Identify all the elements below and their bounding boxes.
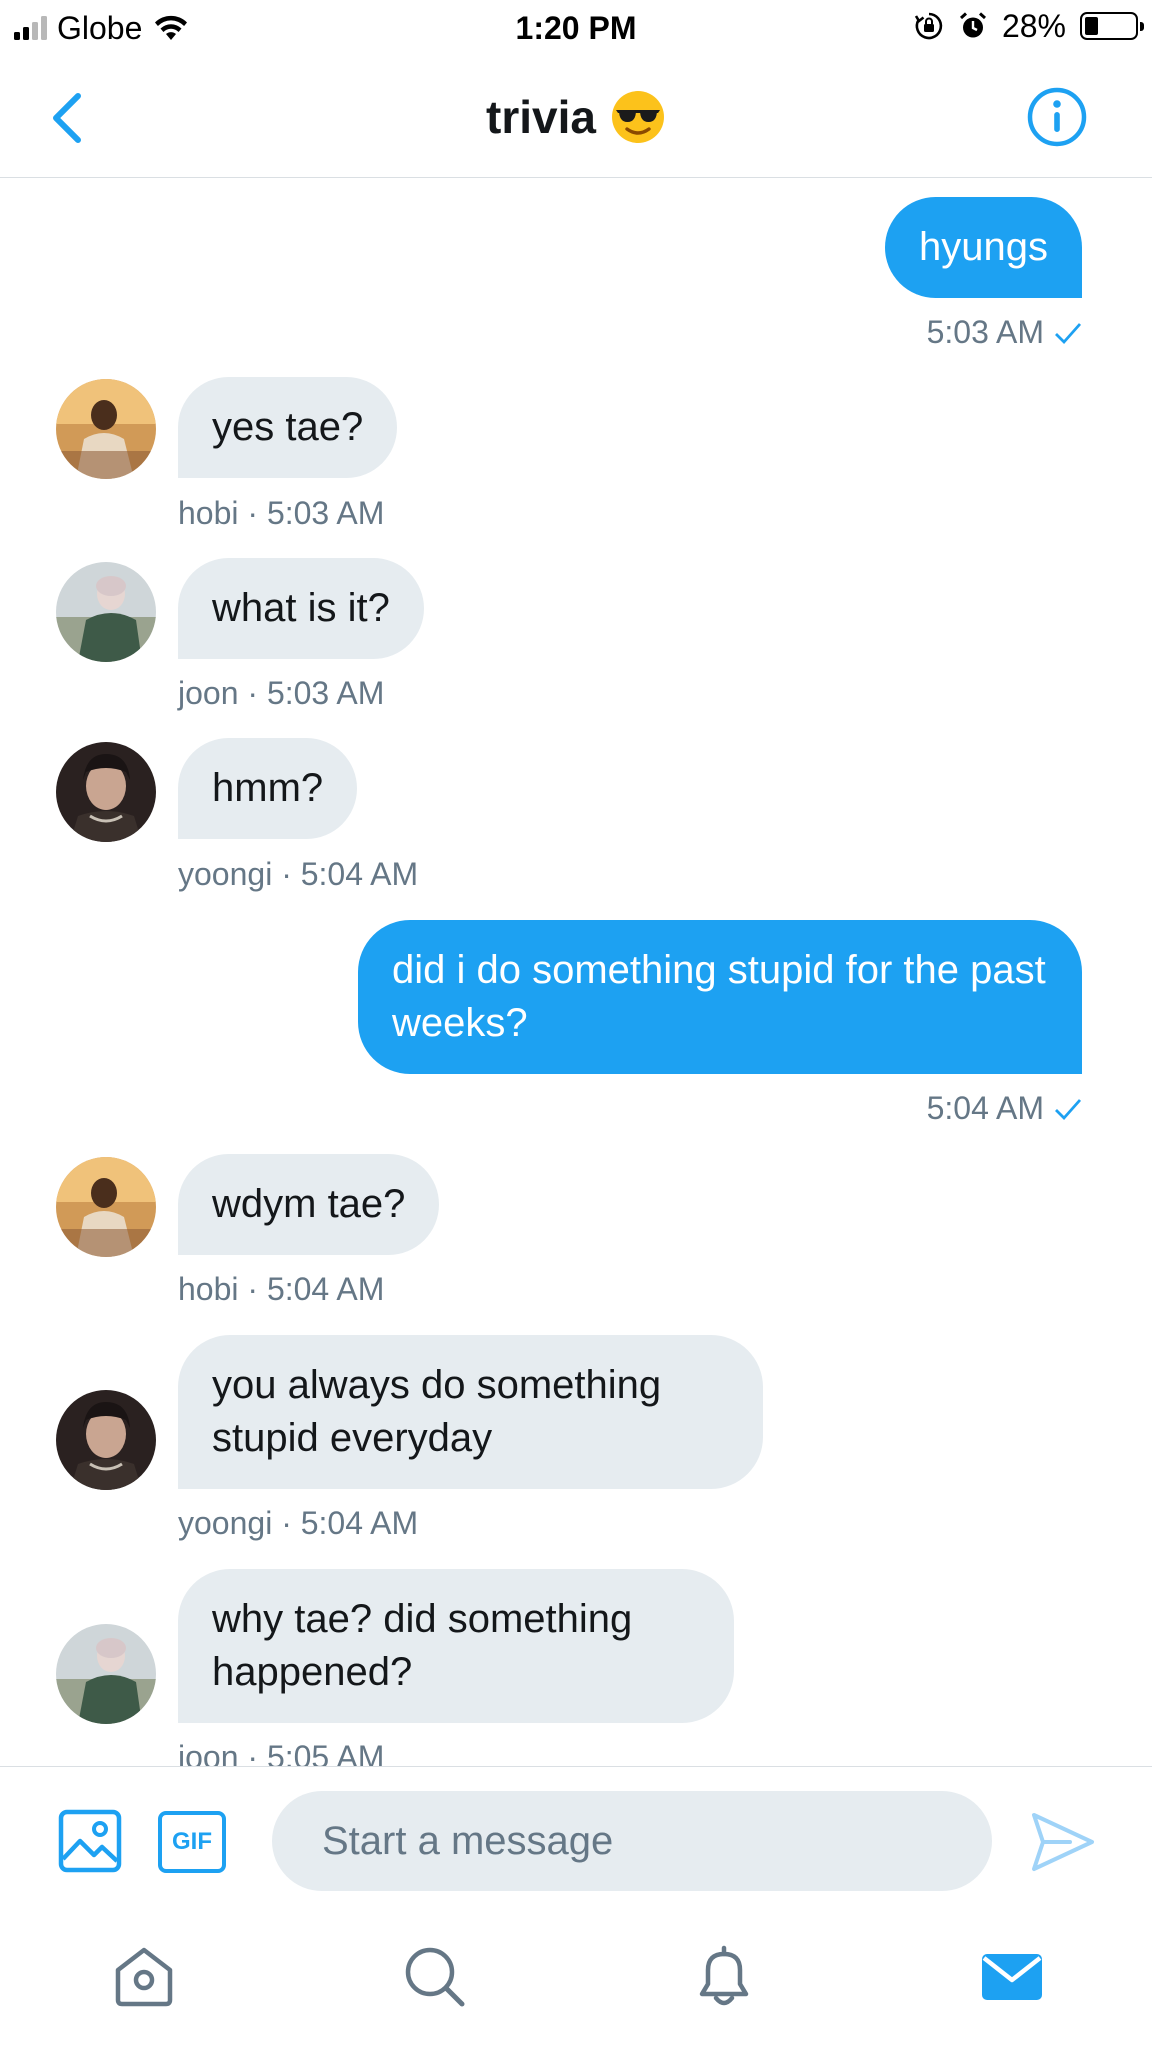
- message-bubble-incoming[interactable]: what is it?: [178, 558, 424, 659]
- message-input[interactable]: [272, 1791, 992, 1891]
- battery-icon: [1080, 12, 1144, 40]
- message-meta: hobi · 5:03 AM: [178, 495, 385, 531]
- orientation-lock-icon: [914, 12, 943, 40]
- alarm-icon: [959, 12, 986, 38]
- message-bubble-incoming[interactable]: why tae? did something happened?: [178, 1569, 734, 1723]
- info-icon[interactable]: [1026, 86, 1088, 148]
- status-bar: Globe 1:20 PM 28%: [0, 0, 1152, 60]
- avatar-hobi[interactable]: [56, 1157, 156, 1257]
- avatar-joon[interactable]: [56, 1624, 156, 1724]
- conversation-header: trivia: [0, 60, 1152, 178]
- message-bubble-incoming[interactable]: you always do something stupid everyday: [178, 1335, 763, 1489]
- back-chevron-icon[interactable]: [44, 90, 94, 146]
- message-bubble-outgoing[interactable]: did i do something stupid for the past w…: [358, 920, 1082, 1074]
- message-bubble-incoming[interactable]: hmm?: [178, 738, 358, 839]
- tab-search[interactable]: [398, 1940, 470, 2012]
- check-icon: [1055, 323, 1082, 345]
- battery-level: [1085, 17, 1098, 35]
- status-right: 28%: [914, 8, 1144, 44]
- gif-button[interactable]: GIF: [158, 1811, 226, 1873]
- message-text: what is it?: [212, 586, 390, 630]
- check-icon: [1055, 1099, 1082, 1121]
- avatar-joon[interactable]: [56, 562, 156, 662]
- send-icon[interactable]: [1030, 1811, 1096, 1873]
- home-icon: [115, 1947, 173, 2007]
- message-text: did i do something stupid for the past w…: [392, 948, 1046, 1045]
- message-meta: joon · 5:03 AM: [178, 675, 385, 711]
- avatar-yoongi[interactable]: [56, 1390, 156, 1490]
- message-bubble-incoming[interactable]: yes tae?: [178, 377, 398, 478]
- tab-bar: [0, 1910, 1152, 2048]
- message-text: you always do something stupid everyday: [212, 1363, 662, 1460]
- message-meta: hobi · 5:04 AM: [178, 1271, 385, 1307]
- message-meta: yoongi · 5:04 AM: [178, 1505, 419, 1541]
- message-meta: joon · 5:05 AM: [178, 1739, 385, 1766]
- notifications-icon: [699, 1945, 749, 2006]
- message-text: hmm?: [212, 766, 324, 810]
- sunglasses-emoji-icon: [611, 91, 664, 143]
- message-text: yes tae?: [212, 405, 364, 449]
- avatar-hobi[interactable]: [56, 379, 156, 479]
- search-icon: [405, 1947, 465, 2007]
- tab-messages[interactable]: [976, 1940, 1048, 2012]
- message-timestamp: 5:04 AM: [927, 1088, 1082, 1128]
- message-text: wdym tae?: [212, 1182, 406, 1226]
- message-bubble-incoming[interactable]: wdym tae?: [178, 1154, 440, 1255]
- battery-percent: 28%: [1001, 8, 1066, 44]
- message-bubble-outgoing[interactable]: hyungs: [885, 197, 1082, 298]
- title-wrap: trivia: [0, 88, 1152, 146]
- message-meta: yoongi · 5:04 AM: [178, 856, 419, 892]
- message-composer: GIF: [0, 1766, 1152, 1910]
- tab-notifications[interactable]: [688, 1940, 760, 2012]
- message-timestamp: 5:03 AM: [927, 312, 1082, 352]
- messages-icon: [982, 1954, 1042, 2000]
- message-list[interactable]: hyungs 5:03 AM yes tae? hobi · 5:03 AM w…: [0, 179, 1152, 1766]
- tab-home[interactable]: [108, 1940, 180, 2012]
- avatar-yoongi[interactable]: [56, 742, 156, 842]
- message-text: hyungs: [919, 225, 1048, 269]
- image-icon[interactable]: [58, 1809, 122, 1873]
- message-text: why tae? did something happened?: [212, 1597, 633, 1694]
- conversation-title: trivia: [486, 91, 596, 143]
